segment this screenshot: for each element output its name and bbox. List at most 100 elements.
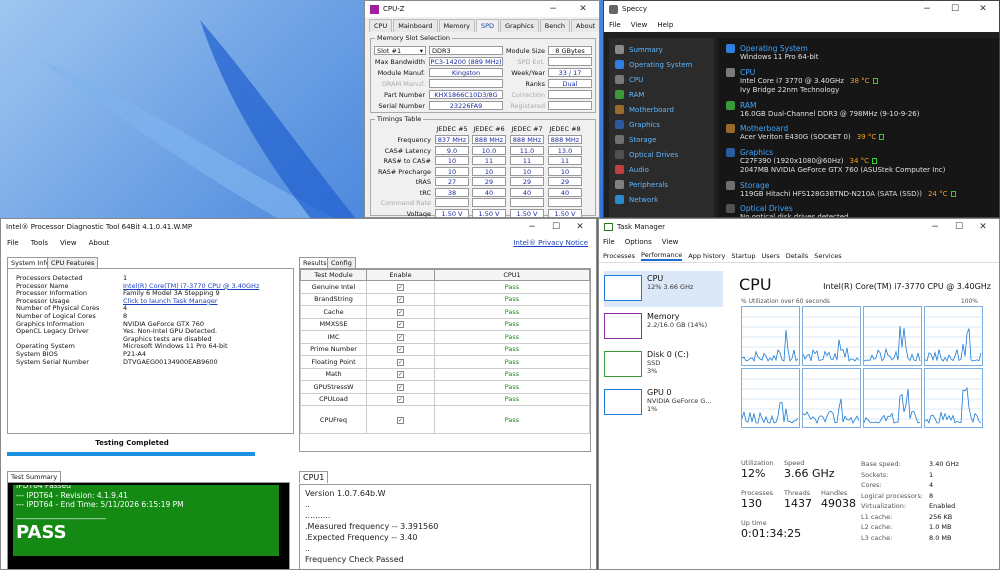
cpu-icon bbox=[726, 67, 735, 77]
timing-value: 13.0 bbox=[548, 145, 582, 155]
minimize-icon[interactable]: − bbox=[520, 219, 544, 235]
speccy-titlebar[interactable]: Speccy − ☐ ✕ bbox=[604, 1, 999, 17]
sidebar-item-optical-drives[interactable]: Optical Drives bbox=[609, 147, 714, 162]
menu-view[interactable]: View bbox=[631, 21, 648, 29]
test-module-name: Prime Number bbox=[300, 342, 367, 356]
close-icon[interactable]: ✕ bbox=[568, 219, 592, 235]
temperature-graph-icon[interactable] bbox=[872, 77, 878, 84]
section-heading[interactable]: Optical Drives bbox=[740, 204, 793, 213]
tab-cpu-features[interactable]: CPU Features bbox=[47, 257, 99, 268]
privacy-notice-link[interactable]: Intel® Privacy Notice bbox=[513, 239, 588, 247]
sidebar-item-storage[interactable]: Storage bbox=[609, 132, 714, 147]
menu-view[interactable]: View bbox=[662, 238, 679, 246]
maximize-icon[interactable]: ☐ bbox=[544, 219, 568, 235]
tab-app-history[interactable]: App history bbox=[688, 252, 725, 260]
tab-config[interactable]: Config bbox=[327, 257, 356, 268]
sidebar-item-network[interactable]: Network bbox=[609, 192, 714, 207]
close-icon[interactable]: ✕ bbox=[571, 1, 595, 17]
enable-checkbox[interactable]: ✓ bbox=[397, 383, 404, 391]
tab-details[interactable]: Details bbox=[786, 252, 809, 260]
section-heading[interactable]: RAM bbox=[740, 101, 757, 110]
sidebar-item-summary[interactable]: Summary bbox=[609, 42, 714, 57]
core-utilization-graph bbox=[741, 306, 800, 366]
menu-options[interactable]: Options bbox=[625, 238, 652, 246]
enable-checkbox[interactable]: ✓ bbox=[397, 416, 404, 424]
sidebar-item-motherboard[interactable]: Motherboard bbox=[609, 102, 714, 117]
sidebar-item-operating-system[interactable]: Operating System bbox=[609, 57, 714, 72]
tab-cpu1[interactable]: CPU1 bbox=[299, 471, 329, 483]
tab-performance[interactable]: Performance bbox=[641, 251, 683, 261]
enable-checkbox[interactable]: ✓ bbox=[397, 371, 404, 379]
tab-cpu[interactable]: CPU bbox=[369, 19, 393, 32]
temperature-graph-icon[interactable] bbox=[872, 157, 878, 164]
enable-checkbox[interactable]: ✓ bbox=[397, 283, 404, 291]
sidebar-item-peripherals[interactable]: Peripherals bbox=[609, 177, 714, 192]
tab-users[interactable]: Users bbox=[762, 252, 780, 260]
maximize-icon[interactable]: ☐ bbox=[943, 1, 967, 17]
slot-select[interactable]: Slot #1 ▾ bbox=[374, 46, 426, 55]
menu-help[interactable]: Help bbox=[657, 21, 673, 29]
resource-item-gpu[interactable]: GPU 0 NVIDIA GeForce G... 1% bbox=[604, 385, 723, 421]
ipdt-titlebar[interactable]: Intel® Processor Diagnostic Tool 64Bit 4… bbox=[1, 219, 596, 235]
cpuz-titlebar[interactable]: CPU-Z − ✕ bbox=[365, 1, 599, 17]
minimize-icon[interactable]: − bbox=[915, 1, 939, 17]
temperature-graph-icon[interactable] bbox=[879, 134, 885, 140]
cpu-spec-row: Sockets: 1 bbox=[861, 470, 991, 481]
tab-processes[interactable]: Processes bbox=[603, 252, 635, 260]
cpu-spec-row: Cores: 4 bbox=[861, 480, 991, 491]
sidebar-item-cpu[interactable]: CPU bbox=[609, 72, 714, 87]
maximize-icon[interactable]: ☐ bbox=[947, 219, 971, 235]
enable-checkbox[interactable]: ✓ bbox=[397, 346, 404, 354]
temperature-graph-icon[interactable] bbox=[950, 190, 956, 197]
task-manager-window[interactable]: Task Manager − ☐ ✕ File Options View Proce… bbox=[598, 218, 1000, 570]
section-heading[interactable]: Graphics bbox=[740, 148, 773, 157]
close-icon[interactable]: ✕ bbox=[971, 219, 995, 235]
tab-graphics[interactable]: Graphics bbox=[500, 19, 539, 32]
enable-checkbox[interactable]: ✓ bbox=[397, 321, 404, 329]
timing-value: 1.50 V bbox=[548, 208, 582, 217]
tab-about[interactable]: About bbox=[571, 19, 599, 32]
menu-file[interactable]: File bbox=[603, 238, 615, 246]
resource-item-memory[interactable]: Memory 2.2/16.0 GB (14%) bbox=[604, 309, 723, 345]
section-heading[interactable]: Motherboard bbox=[740, 124, 788, 133]
enable-checkbox[interactable]: ✓ bbox=[397, 333, 404, 341]
enable-checkbox[interactable]: ✓ bbox=[397, 358, 404, 366]
sidebar-item-audio[interactable]: Audio bbox=[609, 162, 714, 177]
tab-services[interactable]: Services bbox=[814, 252, 841, 260]
section-heading[interactable]: CPU bbox=[740, 68, 755, 77]
sidebar-item-ram[interactable]: RAM bbox=[609, 87, 714, 102]
ranks-label: Ranks bbox=[525, 80, 545, 88]
sidebar-item-graphics[interactable]: Graphics bbox=[609, 117, 714, 132]
enable-checkbox[interactable]: ✓ bbox=[397, 296, 404, 304]
menu-file[interactable]: File bbox=[609, 21, 621, 29]
speccy-window[interactable]: Speccy − ☐ ✕ File View Help Summary Operati… bbox=[603, 0, 1000, 218]
tm-titlebar[interactable]: Task Manager − ☐ ✕ bbox=[599, 219, 999, 235]
menu-file[interactable]: File bbox=[7, 239, 19, 247]
module-manuf-label: Module Manuf. bbox=[377, 69, 425, 77]
menu-view[interactable]: View bbox=[60, 239, 77, 247]
menu-about[interactable]: About bbox=[89, 239, 110, 247]
menu-tools[interactable]: Tools bbox=[31, 239, 48, 247]
section-heading[interactable]: Operating System bbox=[740, 44, 808, 53]
test-module-name: IMC bbox=[300, 330, 367, 344]
tab-test-summary[interactable]: Test Summary bbox=[7, 471, 62, 482]
tab-bench[interactable]: Bench bbox=[539, 19, 571, 32]
cpuz-window[interactable]: CPU-Z − ✕ CPU Mainboard Memory SPD Graphics B… bbox=[364, 0, 600, 218]
tab-mainboard[interactable]: Mainboard bbox=[393, 19, 438, 32]
section-heading[interactable]: Storage bbox=[740, 181, 769, 190]
sysinfo-link[interactable]: Click to launch Task Manager bbox=[123, 297, 285, 306]
enable-checkbox[interactable]: ✓ bbox=[397, 308, 404, 316]
ipdt-window[interactable]: Intel® Processor Diagnostic Tool 64Bit 4… bbox=[0, 218, 597, 570]
tab-results[interactable]: Results bbox=[299, 257, 331, 268]
resource-item-disk[interactable]: Disk 0 (C:) SSD 3% bbox=[604, 347, 723, 383]
close-icon[interactable]: ✕ bbox=[971, 1, 995, 17]
tab-startup[interactable]: Startup bbox=[731, 252, 755, 260]
resource-item-cpu[interactable]: CPU 12% 3.66 GHz bbox=[604, 271, 723, 307]
tab-spd[interactable]: SPD bbox=[475, 19, 500, 32]
minimize-icon[interactable]: − bbox=[541, 1, 565, 17]
enable-checkbox[interactable]: ✓ bbox=[397, 396, 404, 404]
minimize-icon[interactable]: − bbox=[923, 219, 947, 235]
results-row: GPUStressW ✓ Pass bbox=[300, 380, 590, 394]
cpu-spec-row: L3 cache: 8.0 MB bbox=[861, 533, 991, 544]
tab-memory[interactable]: Memory bbox=[438, 19, 475, 32]
